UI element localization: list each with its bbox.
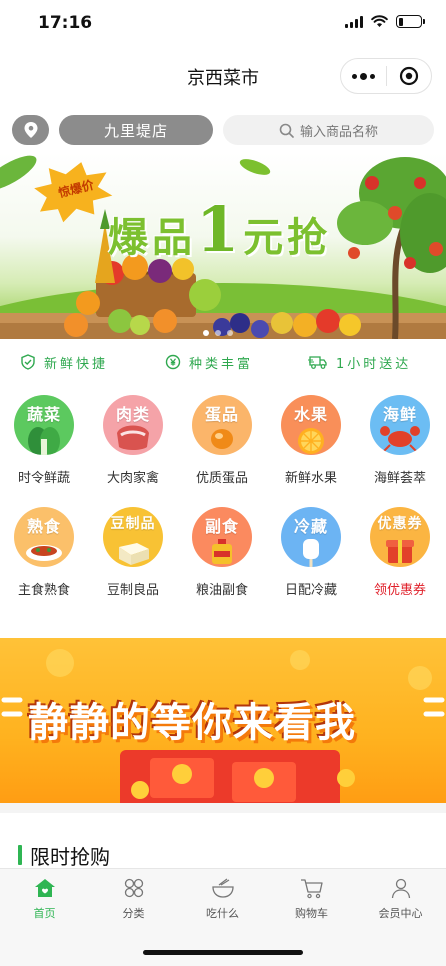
category-label: 领优惠券: [373, 583, 426, 598]
category-circle: 蔬菜: [14, 395, 74, 455]
category-label: 豆制良品: [106, 583, 159, 598]
banner-headline-suffix: 元抢: [243, 214, 332, 261]
status-time: 17:16: [38, 13, 93, 33]
section-separator: [0, 803, 446, 813]
search-row: 九里堤店 输入商品名称: [12, 115, 434, 145]
feature-item: 1小时送达: [308, 353, 411, 372]
category-circle: 副食: [192, 507, 252, 567]
status-icons: [345, 15, 425, 28]
delivery-truck-icon: [308, 356, 327, 369]
category-circle: 优惠券: [370, 507, 430, 567]
cart-icon: [300, 879, 323, 899]
category-circle: 水果: [281, 395, 341, 455]
category-circle: 海鲜: [370, 395, 430, 455]
category-circle: 豆制品: [103, 507, 163, 567]
home-indicator: [143, 950, 303, 955]
category-word: 水果: [293, 405, 328, 424]
search-input[interactable]: 输入商品名称: [223, 115, 434, 145]
banner-headline: 爆品1元抢: [108, 193, 331, 266]
tab-label: 分类: [122, 907, 145, 920]
shield-check-icon: [21, 354, 35, 370]
wifi-icon: [371, 15, 388, 27]
category-word: 优惠券: [377, 516, 423, 532]
more-button[interactable]: [341, 59, 386, 93]
category-label: 日配冷藏: [284, 583, 337, 598]
category-circle: 熟食: [14, 507, 74, 567]
category-word: 蛋品: [204, 405, 239, 424]
tab-category[interactable]: 分类: [89, 877, 178, 921]
feature-label: 新鲜快捷: [44, 356, 109, 372]
category-word: 海鲜: [382, 405, 417, 424]
category-coupons[interactable]: 优惠券 领优惠券: [360, 507, 440, 598]
category-word: 豆制品: [110, 516, 156, 532]
banner-headline-prefix: 爆品: [108, 214, 196, 261]
category-meat[interactable]: 肉类 大肉家禽: [93, 395, 173, 486]
user-icon: [391, 878, 410, 899]
category-eggs[interactable]: 蛋品 优质蛋品: [182, 395, 262, 486]
category-label: 时令鲜蔬: [17, 471, 70, 486]
tab-what-to-eat[interactable]: 吃什么: [178, 877, 267, 921]
category-circle: 蛋品: [192, 395, 252, 455]
hero-banner[interactable]: 惊爆价 爆品1元抢: [0, 153, 446, 339]
location-pin-icon: [24, 122, 37, 138]
category-circle: 肉类: [103, 395, 163, 455]
tab-member[interactable]: 会员中心: [356, 877, 445, 921]
home-icon: [34, 879, 55, 897]
feature-item: 种类丰富: [165, 353, 253, 372]
tab-home[interactable]: 首页: [0, 877, 89, 921]
category-word: 蔬菜: [26, 405, 61, 424]
target-circle-icon: [399, 66, 418, 86]
search-icon: [279, 123, 294, 138]
feature-label: 种类丰富: [189, 356, 254, 372]
tab-label: 会员中心: [378, 907, 423, 920]
category-word: 熟食: [26, 517, 61, 536]
mini-program-capsule: [340, 58, 432, 94]
category-cooked-food[interactable]: 熟食 主食熟食: [4, 507, 84, 598]
category-fruits[interactable]: 水果 新鲜水果: [271, 395, 351, 486]
feature-item: 新鲜快捷: [20, 353, 108, 372]
category-label: 粮油副食: [195, 583, 248, 598]
bowl-icon: [211, 878, 234, 898]
location-button[interactable]: [12, 115, 49, 145]
category-label: 新鲜水果: [284, 471, 337, 486]
battery-icon: [396, 15, 425, 28]
tab-label: 首页: [33, 907, 56, 920]
status-bar: 17:16: [0, 0, 446, 46]
more-dots-icon: [351, 72, 375, 80]
yuan-coin-icon: [165, 354, 181, 370]
category-grain-oil[interactable]: 副食 粮油副食: [182, 507, 262, 598]
category-circle: 冷藏: [281, 507, 341, 567]
category-chilled[interactable]: 冷藏 日配冷藏: [271, 507, 351, 598]
store-selector[interactable]: 九里堤店: [59, 115, 213, 145]
section-accent-bar: [18, 845, 22, 865]
category-label: 优质蛋品: [195, 471, 248, 486]
section-title: 限时抢购: [30, 844, 110, 869]
search-placeholder: 输入商品名称: [299, 124, 378, 140]
category-word: 肉类: [115, 405, 150, 424]
feature-strip: 新鲜快捷 种类丰富 1小时送达: [0, 348, 446, 376]
category-seafood[interactable]: 海鲜 海鲜荟萃: [360, 395, 440, 486]
category-label: 主食熟食: [17, 583, 70, 598]
banner-headline-number: 1: [196, 193, 244, 266]
promo-banner[interactable]: 静静的等你来看我: [0, 638, 446, 803]
feature-label: 1小时送达: [336, 356, 412, 372]
category-label: 大肉家禽: [106, 471, 159, 486]
category-tofu[interactable]: 豆制品 豆制良品: [93, 507, 173, 598]
promo-text: 静静的等你来看我: [28, 699, 356, 746]
category-word: 冷藏: [293, 517, 328, 536]
category-label: 海鲜荟萃: [373, 471, 426, 486]
tab-label: 吃什么: [206, 907, 239, 920]
nav-bar: 京西菜市: [0, 46, 446, 106]
close-program-button[interactable]: [387, 59, 432, 93]
tab-label: 购物车: [295, 907, 328, 920]
category-icon: [124, 878, 143, 898]
category-word: 副食: [204, 517, 239, 536]
signal-icon: [345, 15, 363, 28]
section-header: 限时抢购: [18, 843, 110, 869]
category-vegetables[interactable]: 蔬菜 时令鲜蔬: [4, 395, 84, 486]
tab-cart[interactable]: 购物车: [267, 877, 356, 921]
